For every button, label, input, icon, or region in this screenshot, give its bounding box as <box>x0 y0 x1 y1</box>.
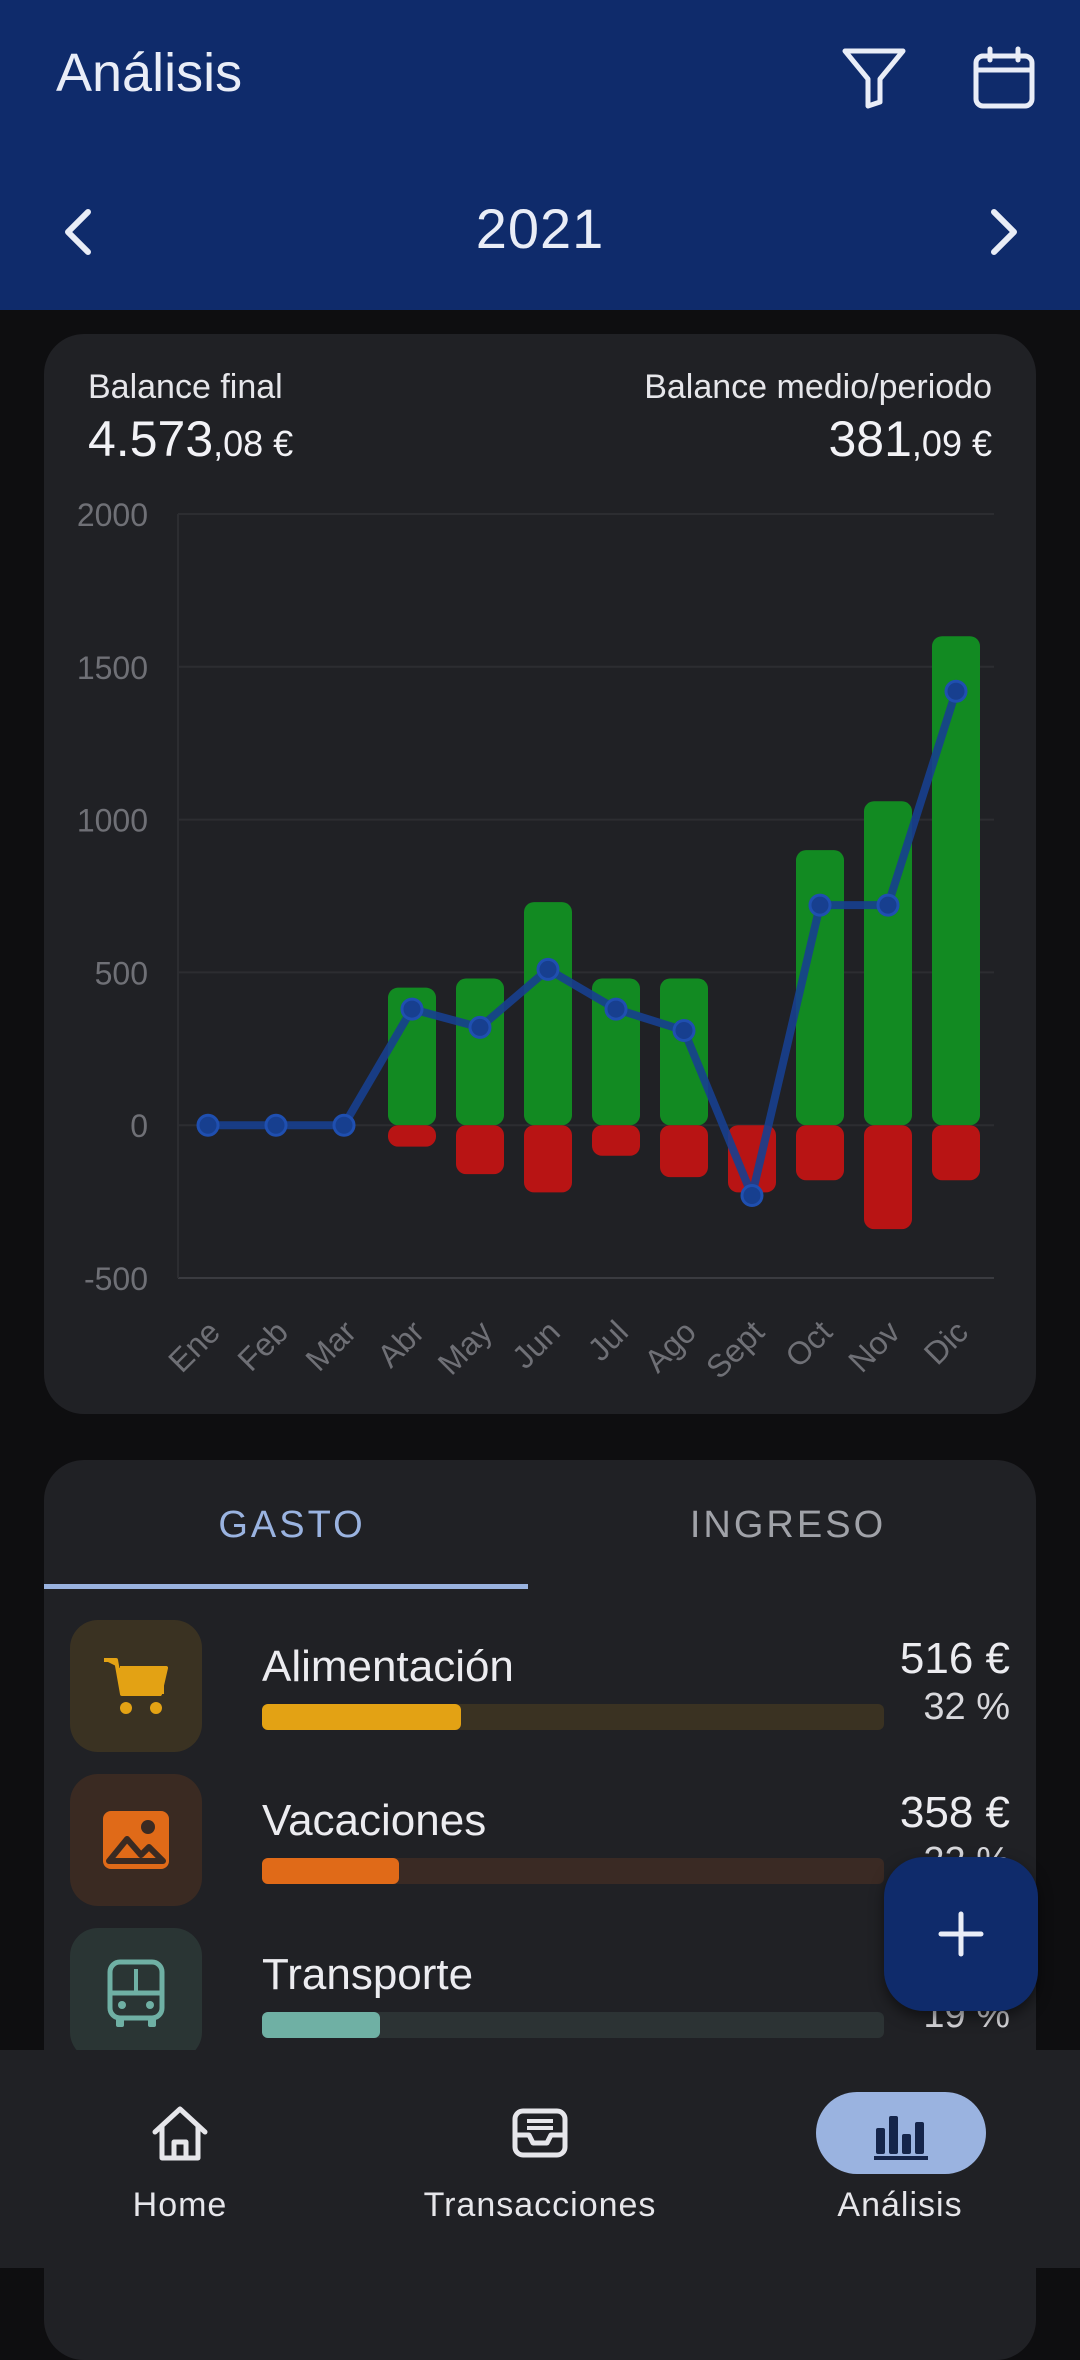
category-icon-container <box>70 1774 202 1906</box>
nav-item-home[interactable]: Home <box>0 2050 360 2268</box>
category-progress-fill <box>262 1858 399 1884</box>
category-progress-track <box>262 1704 884 1730</box>
nav-label: Home <box>132 2186 228 2224</box>
bottom-navigation: Home Transacciones Análisis <box>0 2050 1080 2268</box>
bar-chart-icon <box>874 2116 928 2160</box>
balance-chart: 2000 1500 1000 500 0 -500 Ene Feb Mar Abr May Jun Ju… <box>77 497 994 1385</box>
income-bar <box>932 636 980 1126</box>
income-bar <box>524 902 572 1126</box>
add-transaction-button[interactable] <box>884 1857 1038 2011</box>
tab-gasto-label: GASTO <box>218 1504 366 1546</box>
nav-item-transacciones[interactable]: Transacciones <box>360 2050 720 2268</box>
balance-point <box>536 957 560 981</box>
expense-bar <box>660 1125 708 1178</box>
balance-point <box>740 1183 764 1207</box>
balance-point <box>672 1018 696 1042</box>
page-title: Análisis <box>56 43 243 103</box>
x-tick-label: Ene <box>161 1313 227 1379</box>
image-icon <box>103 1811 169 1869</box>
balance-point <box>876 893 900 917</box>
balance-point <box>944 679 968 703</box>
inbox-icon <box>512 2108 568 2158</box>
nav-icon-container <box>120 2092 240 2174</box>
nav-item-analisis[interactable]: Análisis <box>720 2050 1080 2268</box>
expense-bar <box>592 1125 640 1156</box>
y-tick-label: 1000 <box>77 803 148 839</box>
balance-card: Balance final 4.573,08 € Balance medio/p… <box>44 334 1036 1414</box>
x-tick-label: Jun <box>505 1313 567 1375</box>
chevron-right-icon <box>991 209 1017 255</box>
plus-icon <box>938 1911 984 1957</box>
balance-point <box>468 1015 492 1039</box>
y-tick-label: -500 <box>84 1261 148 1297</box>
category-row-alimentacion[interactable]: Alimentación 516 € 32 % <box>70 1620 1010 1752</box>
y-tick-label: 2000 <box>77 497 148 533</box>
balance-point <box>808 893 832 917</box>
nav-label: Análisis <box>837 2186 963 2224</box>
category-progress-track <box>262 2012 884 2038</box>
y-tick-label: 0 <box>130 1108 148 1144</box>
category-progress-fill <box>262 2012 381 2038</box>
app-bar: Análisis 2021 <box>0 0 1080 310</box>
balance-point <box>400 997 424 1021</box>
income-bar <box>660 978 708 1126</box>
x-tick-label: Feb <box>231 1313 295 1377</box>
expense-bar <box>388 1125 436 1147</box>
category-progress-fill <box>262 1704 462 1730</box>
calendar-button[interactable] <box>964 38 1044 118</box>
category-row-transporte[interactable]: Transporte 19 % <box>70 1928 1010 2060</box>
bus-icon <box>107 1959 165 2027</box>
cart-icon <box>104 1658 168 1714</box>
nav-label: Transacciones <box>423 2186 657 2224</box>
tab-ingreso-label: INGRESO <box>689 1504 887 1546</box>
balance-point <box>196 1113 220 1137</box>
category-name: Vacaciones <box>262 1796 487 1845</box>
x-tick-label: Oct <box>778 1313 839 1374</box>
filter-icon <box>842 48 906 109</box>
next-period-button[interactable] <box>964 192 1044 272</box>
calendar-icon <box>973 46 1035 109</box>
nav-icon-container <box>480 2092 600 2174</box>
nav-icon-container-active <box>816 2092 986 2174</box>
x-tick-label: Dic <box>917 1313 975 1371</box>
x-tick-label: Ago <box>637 1313 703 1379</box>
active-tab-indicator <box>44 1584 528 1589</box>
expense-bar <box>796 1125 844 1181</box>
category-amount: 358 € <box>899 1788 1010 1837</box>
x-tick-label: May <box>431 1313 499 1381</box>
category-percent: 32 % <box>923 1686 1010 1728</box>
tab-ingreso[interactable]: INGRESO <box>540 1504 1036 1547</box>
y-tick-label: 1500 <box>77 650 148 686</box>
x-tick-label: Mar <box>299 1313 364 1378</box>
balance-point <box>332 1113 356 1137</box>
filter-button[interactable] <box>834 38 914 118</box>
expense-bar <box>864 1125 912 1230</box>
category-icon-container <box>70 1620 202 1752</box>
expense-bar <box>524 1125 572 1193</box>
category-name: Transporte <box>262 1950 474 1999</box>
expense-bar <box>932 1125 980 1181</box>
x-tick-label: Abr <box>370 1313 431 1374</box>
x-tick-label: Sept <box>699 1313 771 1385</box>
period-year: 2021 <box>475 197 605 260</box>
tab-gasto[interactable]: GASTO <box>44 1504 540 1547</box>
balance-point <box>264 1113 288 1137</box>
category-row-vacaciones[interactable]: Vacaciones 358 € 22 % <box>70 1774 1010 1906</box>
balance-point <box>604 997 628 1021</box>
home-icon <box>152 2106 208 2161</box>
x-tick-label: Nov <box>841 1313 907 1379</box>
y-tick-label: 500 <box>95 955 148 991</box>
category-progress-track <box>262 1858 884 1884</box>
category-amount: 516 € <box>899 1634 1010 1683</box>
expense-bar <box>456 1125 504 1175</box>
category-name: Alimentación <box>262 1642 514 1691</box>
x-tick-label: Jul <box>581 1313 635 1367</box>
income-bar <box>456 978 504 1126</box>
category-icon-container <box>70 1928 202 2060</box>
